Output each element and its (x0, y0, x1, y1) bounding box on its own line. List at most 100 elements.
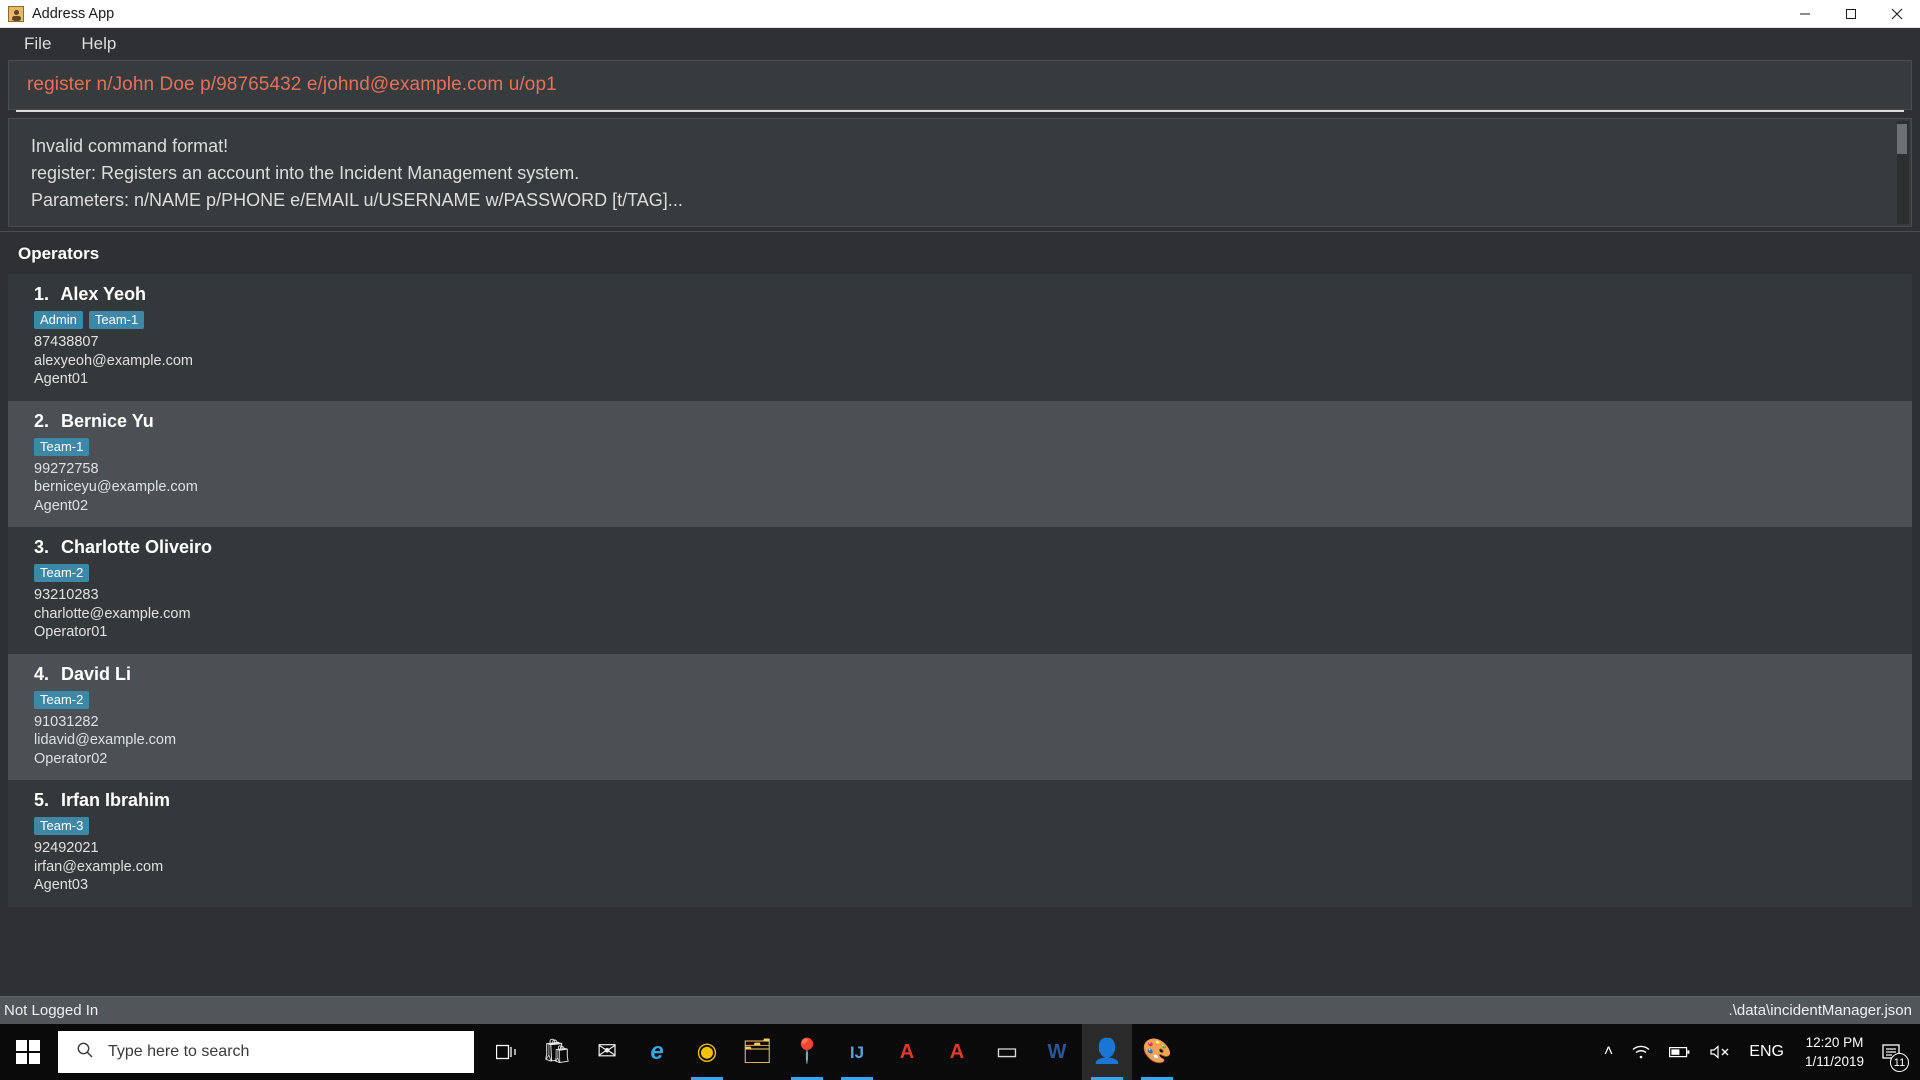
tag-badge: Admin (34, 311, 83, 329)
person-username: Agent02 (34, 497, 89, 514)
person-phone: 87438807 (34, 334, 99, 350)
clock-date: 1/11/2019 (1804, 1054, 1864, 1069)
taskbar-edge[interactable]: e (632, 1024, 682, 1080)
list-item[interactable]: 4. David Li Team-2 91031282 lidavid@exam… (8, 653, 1912, 780)
list-item[interactable]: 1. Alex Yeoh Admin Team-1 87438807 alexy… (8, 274, 1912, 401)
taskbar-intellij[interactable]: IJ (832, 1024, 882, 1080)
menu-help[interactable]: Help (69, 31, 128, 57)
search-icon (76, 1041, 94, 1064)
person-header: 1. Alex Yeoh (34, 284, 1912, 305)
tag-row: Team-1 (34, 437, 1912, 456)
person-index: 2. (34, 410, 50, 431)
close-button[interactable] (1874, 0, 1920, 28)
result-area: Invalid command format! register: Regist… (0, 112, 1920, 231)
result-line-2: register: Registers an account into the … (31, 163, 580, 183)
person-name: Charlotte Oliveiro (61, 537, 213, 557)
person-header: 3. Charlotte Oliveiro (34, 537, 1912, 558)
person-phone: 92492021 (34, 840, 99, 856)
menu-bar: File Help (0, 28, 1920, 60)
start-button[interactable] (0, 1024, 56, 1080)
windows-taskbar: Type here to search 🛍 ✉ e ◉ 🗂 📍 IJ A A ▭… (0, 1024, 1920, 1080)
person-name: David Li (61, 663, 132, 684)
paint-icon: 🎨 (1142, 1038, 1172, 1065)
result-display[interactable]: Invalid command format! register: Regist… (8, 118, 1912, 227)
taskbar-terminal[interactable]: ▭ (982, 1024, 1032, 1080)
tag-badge: Team-2 (34, 690, 90, 709)
language-indicator[interactable]: ENG (1740, 1024, 1793, 1080)
task-view-button[interactable] (482, 1024, 532, 1080)
minimize-button[interactable] (1782, 0, 1828, 28)
page-title: Operators (18, 244, 100, 263)
list-item[interactable]: 5. Irfan Ibrahim Team-3 92492021 irfan@e… (8, 780, 1912, 907)
login-status: Not Logged In (4, 1002, 99, 1019)
save-location: .\data\incidentManager.json (1728, 1002, 1912, 1019)
system-tray: ˄ ENG 12:20 PM 1/11/2019 11 (1595, 1024, 1920, 1080)
folder-icon: 🗂 (741, 1038, 773, 1065)
taskbar-paint[interactable]: 🎨 (1132, 1024, 1182, 1080)
window-controls (1782, 0, 1920, 28)
command-area: register n/John Doe p/98765432 e/johnd@e… (0, 60, 1920, 112)
taskbar-word[interactable]: W (1032, 1024, 1082, 1080)
clock[interactable]: 12:20 PM 1/11/2019 (1793, 1024, 1876, 1080)
person-index: 5. (34, 790, 50, 810)
person-list[interactable]: 1. Alex Yeoh Admin Team-1 87438807 alexy… (8, 274, 1912, 907)
person-email: irfan@example.com (34, 858, 164, 875)
notification-center-button[interactable]: 11 (1876, 1024, 1914, 1080)
person-card-icon (8, 5, 24, 22)
battery-icon[interactable] (1660, 1024, 1700, 1080)
person-phone: 99272758 (34, 460, 99, 477)
tag-badge: Team-3 (34, 817, 90, 835)
person-username: Operator01 (34, 624, 108, 640)
person-email: lidavid@example.com (34, 732, 177, 748)
person-name: Bernice Yu (61, 410, 154, 431)
taskbar-address-app[interactable]: 👤 (1082, 1024, 1132, 1080)
taskbar-maps[interactable]: 📍 (782, 1024, 832, 1080)
tag-row: Admin Team-1 (34, 311, 1912, 329)
volume-muted-icon[interactable] (1700, 1024, 1740, 1080)
search-input[interactable]: Type here to search (58, 1031, 474, 1073)
tag-badge: Team-1 (88, 311, 145, 329)
taskbar-chrome[interactable]: ◉ (682, 1024, 732, 1080)
window-title: Address App (32, 5, 115, 22)
person-username: Agent01 (34, 371, 89, 387)
word-icon: W (1047, 1041, 1067, 1063)
app-screen: Address App File Help register n/John Do… (0, 0, 1920, 1080)
list-item[interactable]: 2. Bernice Yu Team-1 99272758 berniceyu@… (8, 400, 1912, 527)
taskbar-acrobat[interactable]: A (882, 1024, 932, 1080)
wifi-icon[interactable] (1622, 1024, 1660, 1080)
taskbar-explorer[interactable]: 🗂 (732, 1024, 782, 1080)
taskbar-autodesk[interactable]: A (932, 1024, 982, 1080)
persons-panel: Operators 1. Alex Yeoh Admin Team-1 8743… (0, 231, 1920, 907)
taskbar-store[interactable]: 🛍 (532, 1024, 582, 1080)
result-line-3: Parameters: n/NAME p/PHONE e/EMAIL u/USE… (31, 190, 683, 210)
menu-file[interactable]: File (12, 31, 63, 57)
person-index: 4. (34, 663, 50, 684)
result-scrollbar[interactable] (1897, 121, 1909, 224)
autodesk-icon: A (949, 1041, 965, 1063)
person-header: 5. Irfan Ibrahim (34, 790, 1912, 811)
person-name: Irfan Ibrahim (61, 790, 171, 810)
person-email: charlotte@example.com (34, 605, 191, 622)
person-phone: 91031282 (34, 713, 99, 730)
pdf-icon: A (899, 1041, 915, 1063)
person-email: berniceyu@example.com (34, 479, 198, 495)
tray-expand-button[interactable]: ˄ (1595, 1024, 1622, 1080)
tag-badge: Team-2 (34, 564, 90, 582)
person-email: alexyeoh@example.com (34, 352, 193, 369)
window-titlebar: Address App (0, 0, 1920, 28)
person-header: 4. David Li (34, 664, 1912, 685)
clock-time: 12:20 PM (1805, 1035, 1864, 1050)
terminal-icon: ▭ (995, 1038, 1019, 1065)
chrome-icon: ◉ (696, 1038, 718, 1065)
edge-icon: e (650, 1038, 664, 1065)
person-username: Agent03 (34, 877, 89, 893)
list-item[interactable]: 3. Charlotte Oliveiro Team-2 93210283 ch… (8, 527, 1912, 654)
person-card-icon: 👤 (1092, 1038, 1122, 1065)
person-index: 1. (34, 284, 50, 304)
maximize-button[interactable] (1828, 0, 1874, 28)
command-input[interactable]: register n/John Doe p/98765432 e/johnd@e… (8, 60, 1912, 110)
result-scrollbar-thumb[interactable] (1897, 124, 1907, 154)
store-icon: 🛍 (541, 1038, 573, 1065)
taskbar-mail[interactable]: ✉ (582, 1024, 632, 1080)
mail-icon: ✉ (596, 1038, 618, 1065)
